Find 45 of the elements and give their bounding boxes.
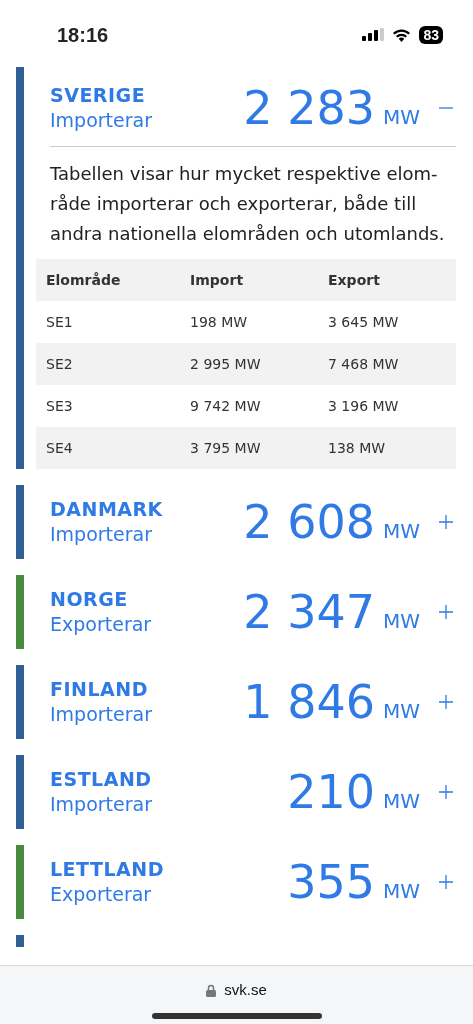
table-cell: 9 742 MW — [180, 385, 318, 427]
table-cell: SE1 — [36, 301, 181, 343]
region-name: LETTLAND — [50, 857, 164, 882]
region-name: NORGE — [50, 587, 129, 612]
table-cell: SE4 — [36, 427, 181, 469]
power-value: 355 MW — [287, 859, 420, 905]
column-header: Elområde — [36, 259, 181, 301]
power-value: 1 846 MW — [243, 679, 420, 725]
table-cell: 138 MW — [318, 427, 456, 469]
table-cell: 3 645 MW — [318, 301, 456, 343]
flow-direction: Exporterar — [50, 882, 153, 907]
power-value: 2 608 MW — [243, 499, 420, 545]
flow-direction: Importerar — [50, 702, 152, 727]
region-name: FINLAND — [50, 677, 149, 702]
table-cell: 7 468 MW — [318, 343, 456, 385]
signal-icon — [362, 28, 385, 41]
column-header: Export — [318, 259, 456, 301]
address-bar[interactable]: svk.se — [224, 979, 267, 1002]
expand-icon[interactable] — [438, 784, 454, 800]
table-cell: SE2 — [36, 343, 181, 385]
power-value: 2 283 MW — [243, 84, 420, 131]
expand-icon[interactable] — [438, 694, 454, 710]
region-name: DANMARK — [50, 497, 163, 522]
power-value: 210 MW — [287, 769, 420, 815]
region-name: ESTLAND — [50, 767, 152, 792]
table-cell: 2 995 MW — [180, 343, 318, 385]
table-cell: 3 795 MW — [180, 427, 318, 469]
flow-direction: Exporterar — [50, 612, 152, 637]
battery-level: 83 — [419, 25, 443, 44]
expand-icon[interactable] — [438, 514, 454, 530]
flow-direction: Importerar — [50, 107, 152, 133]
table-cell: 3 196 MW — [318, 385, 456, 427]
wifi-icon — [392, 27, 412, 42]
power-value: 2 347 MW — [243, 589, 420, 635]
expand-icon[interactable] — [438, 874, 454, 890]
table-cell: 198 MW — [180, 301, 318, 343]
column-header: Import — [180, 259, 318, 301]
table-cell: SE3 — [36, 385, 181, 427]
clock: 18:16 — [57, 22, 109, 48]
expand-icon[interactable] — [438, 604, 454, 620]
lock-icon — [206, 983, 217, 997]
flow-direction: Importerar — [50, 792, 152, 817]
region-name: SVERIGE — [50, 82, 147, 108]
description-text: Tabellen visar hur mycket respektive elom-råde importerar och exporterar, både till andra nationella elområden och utomlands. — [50, 162, 446, 246]
flow-direction: Importerar — [50, 522, 153, 547]
